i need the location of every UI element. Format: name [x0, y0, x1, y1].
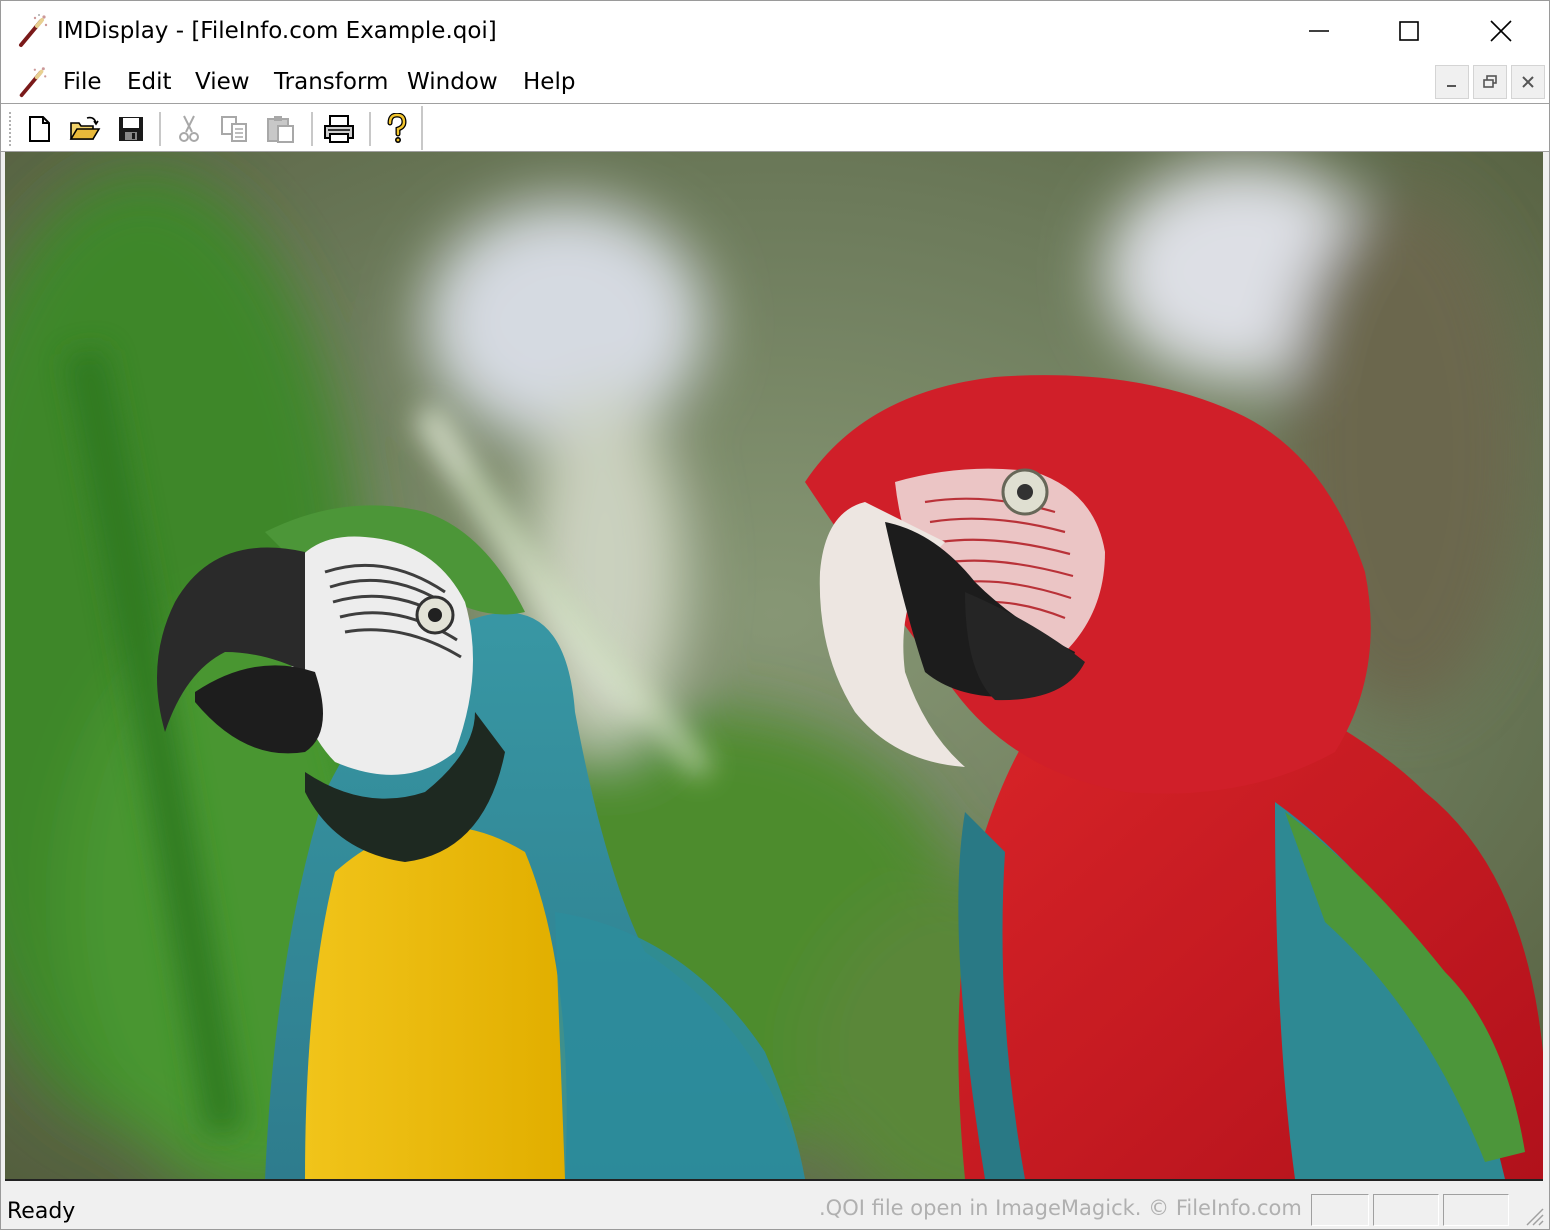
open-button[interactable] — [65, 110, 105, 148]
print-icon — [324, 115, 354, 143]
menu-bar: File Edit View Transform Window Help — [1, 61, 1549, 103]
maximize-icon — [1399, 21, 1419, 41]
menu-transform[interactable]: Transform — [272, 67, 390, 97]
toolbar-separator — [159, 112, 161, 146]
status-pane — [1443, 1194, 1509, 1226]
minimize-button[interactable] — [1273, 1, 1365, 61]
save-icon — [119, 117, 143, 141]
new-document-icon — [29, 116, 50, 142]
size-grip-icon[interactable] — [1523, 1205, 1545, 1227]
close-button[interactable] — [1455, 1, 1547, 61]
child-minimize-button[interactable] — [1435, 65, 1469, 99]
menu-view[interactable]: View — [193, 67, 252, 97]
magic-wand-icon[interactable] — [15, 65, 49, 99]
minimize-icon — [1447, 85, 1456, 87]
parrots-photo — [5, 152, 1543, 1179]
toolbar-band — [5, 106, 423, 150]
menu-file[interactable]: File — [61, 67, 104, 97]
cut-icon — [179, 115, 199, 142]
child-close-button[interactable] — [1511, 65, 1545, 99]
status-watermark: .QOI file open in ImageMagick. © FileInf… — [819, 1196, 1302, 1220]
copy-button[interactable] — [215, 110, 255, 148]
maximize-button[interactable] — [1363, 1, 1455, 61]
toolbar — [1, 103, 1549, 152]
menu-edit[interactable]: Edit — [125, 67, 174, 97]
save-button[interactable] — [111, 110, 151, 148]
close-icon — [1522, 76, 1534, 88]
magic-wand-icon — [19, 14, 48, 47]
status-bar: Ready .QOI file open in ImageMagick. © F… — [1, 1182, 1549, 1229]
open-folder-icon — [69, 116, 101, 140]
new-button[interactable] — [19, 110, 59, 148]
paste-icon — [267, 116, 294, 143]
help-button[interactable] — [377, 110, 417, 148]
toolbar-separator — [369, 112, 371, 146]
cut-button[interactable] — [169, 110, 209, 148]
restore-icon — [1483, 75, 1497, 88]
print-button[interactable] — [319, 110, 359, 148]
menu-window[interactable]: Window — [405, 67, 500, 97]
image-view[interactable] — [5, 152, 1543, 1181]
child-restore-button[interactable] — [1473, 65, 1507, 99]
copy-icon — [221, 116, 247, 142]
app-window: IMDisplay - [FileInfo.com Example.qoi] F… — [0, 0, 1550, 1230]
toolbar-grip[interactable] — [9, 112, 14, 146]
status-pane — [1311, 1194, 1369, 1226]
status-pane — [1373, 1194, 1439, 1226]
minimize-icon — [1309, 30, 1329, 32]
close-icon — [1490, 20, 1512, 42]
title-bar[interactable]: IMDisplay - [FileInfo.com Example.qoi] — [1, 1, 1549, 61]
paste-button[interactable] — [261, 110, 301, 148]
toolbar-separator — [311, 112, 313, 146]
help-icon — [387, 113, 407, 143]
status-text: Ready — [7, 1199, 76, 1224]
window-title: IMDisplay - [FileInfo.com Example.qoi] — [57, 18, 497, 44]
menu-help[interactable]: Help — [521, 67, 577, 97]
